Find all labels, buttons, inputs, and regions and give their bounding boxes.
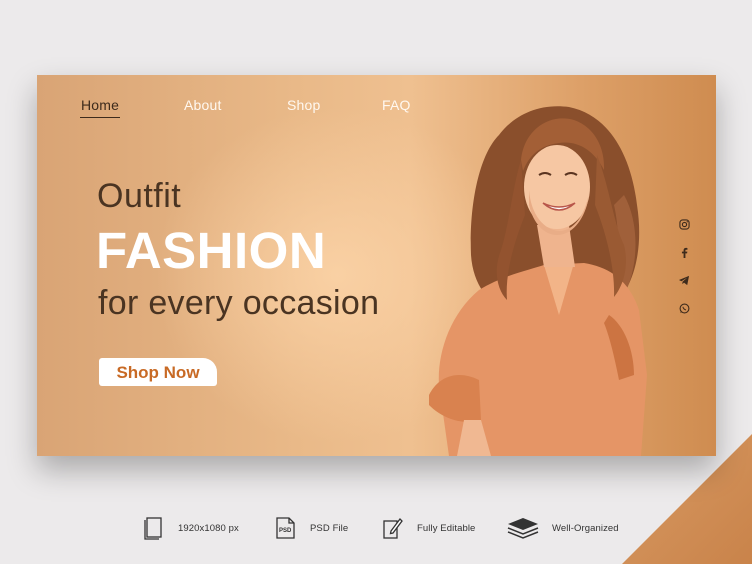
- document-icon: [140, 515, 166, 541]
- hero-heading-outfit: Outfit: [97, 177, 182, 215]
- feature-bar: 1920x1080 px PSD PSD File Fully Editable…: [0, 510, 752, 546]
- facebook-icon[interactable]: [675, 243, 693, 261]
- hero-heading-occasion: for every occasion: [98, 284, 380, 322]
- nav-about[interactable]: About: [184, 97, 222, 113]
- whatsapp-icon[interactable]: [675, 299, 693, 317]
- edit-pencil-icon: [379, 515, 405, 541]
- feature-psd: PSD PSD File: [272, 510, 348, 546]
- svg-text:PSD: PSD: [279, 528, 292, 534]
- feature-label: 1920x1080 px: [178, 522, 239, 534]
- telegram-icon[interactable]: [675, 271, 693, 289]
- feature-resolution: 1920x1080 px: [140, 510, 239, 546]
- feature-label: Fully Editable: [417, 522, 476, 534]
- nav-faq[interactable]: FAQ: [382, 97, 411, 113]
- model-photo: [429, 106, 647, 456]
- nav-shop[interactable]: Shop: [287, 97, 321, 113]
- instagram-icon[interactable]: [675, 215, 693, 233]
- layers-icon: [506, 515, 540, 541]
- psd-file-icon: PSD: [272, 515, 298, 541]
- feature-editable: Fully Editable: [379, 510, 475, 546]
- feature-organized: Well-Organized: [506, 510, 619, 546]
- shop-now-button[interactable]: Shop Now: [99, 358, 217, 386]
- feature-label: Well-Organized: [552, 522, 619, 534]
- feature-label: PSD File: [310, 522, 349, 534]
- hero-banner: Home About Shop FAQ Outfit FASHION for e…: [37, 75, 716, 456]
- nav-home[interactable]: Home: [79, 97, 121, 118]
- hero-heading-fashion: FASHION: [96, 222, 327, 279]
- top-nav: Home About Shop FAQ: [37, 97, 457, 123]
